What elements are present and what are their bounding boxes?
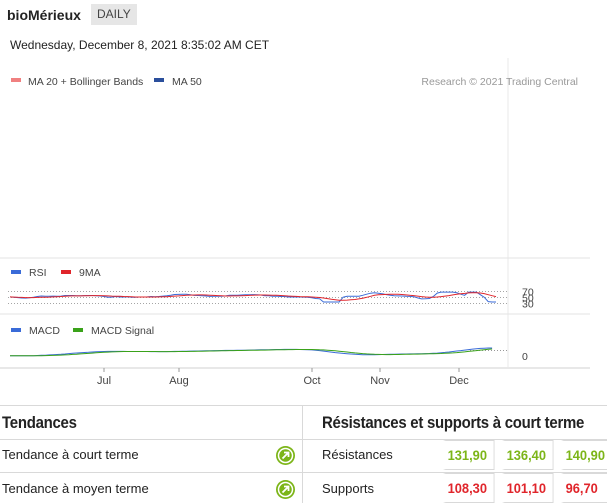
timestamp: Wednesday, December 8, 2021 8:35:02 AM C… — [10, 38, 270, 52]
legend-swatch-macd — [11, 328, 21, 332]
x-tick-label-nov: Nov — [370, 375, 390, 387]
table-top-divider — [0, 405, 607, 406]
legend-ma20-label: MA 20 + Bollinger Bands — [28, 76, 143, 88]
legend-swatch-rsi — [11, 270, 21, 274]
legend-swatch-ma20 — [11, 78, 21, 82]
resistance-2-value: 136,40 — [502, 440, 554, 470]
copyright-text: Research © 2021 Trading Central — [421, 76, 578, 88]
legend-ma50-label: MA 50 — [172, 76, 202, 88]
up-arrow-icon — [276, 446, 295, 465]
timeframe-badge[interactable]: DAILY — [91, 4, 137, 25]
x-tick-label-jul: Jul — [97, 375, 111, 387]
column-divider — [302, 405, 303, 503]
x-tick-label-oct: Oct — [303, 375, 320, 387]
levels-title: Résistances et supports à court terme — [322, 413, 585, 432]
resistance-3-value: 140,90 — [561, 440, 607, 470]
medium-term-trend-label: Tendance à moyen terme — [2, 481, 149, 496]
company-name: bioMérieux — [7, 7, 81, 23]
support-1-value: 108,30 — [443, 473, 495, 503]
price-chart: MA 20 + Bollinger Bands MA 50 Research © 2… — [0, 58, 607, 390]
short-term-trend-label: Tendance à court terme — [2, 447, 139, 462]
x-tick-label-dec: Dec — [449, 375, 469, 387]
supports-label: Supports — [322, 481, 375, 496]
header: bioMérieux DAILY — [0, 0, 607, 30]
legend-swatch-ma50 — [154, 78, 164, 82]
macd-signal-legend-label: MACD Signal — [91, 325, 154, 337]
up-arrow-icon — [276, 480, 295, 499]
resistance-1-value: 131,90 — [443, 440, 495, 470]
macd-tick-label: 0 — [522, 351, 528, 363]
rsi-legend-label: RSI — [29, 267, 47, 279]
support-3-value: 96,70 — [561, 473, 607, 503]
trends-title: Tendances — [2, 413, 77, 432]
x-tick-label-aug: Aug — [169, 375, 189, 387]
support-2-value: 101,10 — [502, 473, 554, 503]
rsi-ma-legend-label: 9MA — [79, 267, 101, 279]
macd-legend-label: MACD — [29, 325, 60, 337]
legend-swatch-macd-signal — [73, 328, 83, 332]
legend-swatch-rsi-ma — [61, 270, 71, 274]
chart-background — [0, 58, 607, 390]
resistances-label: Résistances — [322, 447, 393, 462]
trend-table: Tendances Résistances et supports à cour… — [0, 405, 607, 503]
rsi-tick-label: 30 — [522, 299, 534, 311]
stock-analysis-widget: bioMérieux DAILY Wednesday, December 8, … — [0, 0, 607, 503]
